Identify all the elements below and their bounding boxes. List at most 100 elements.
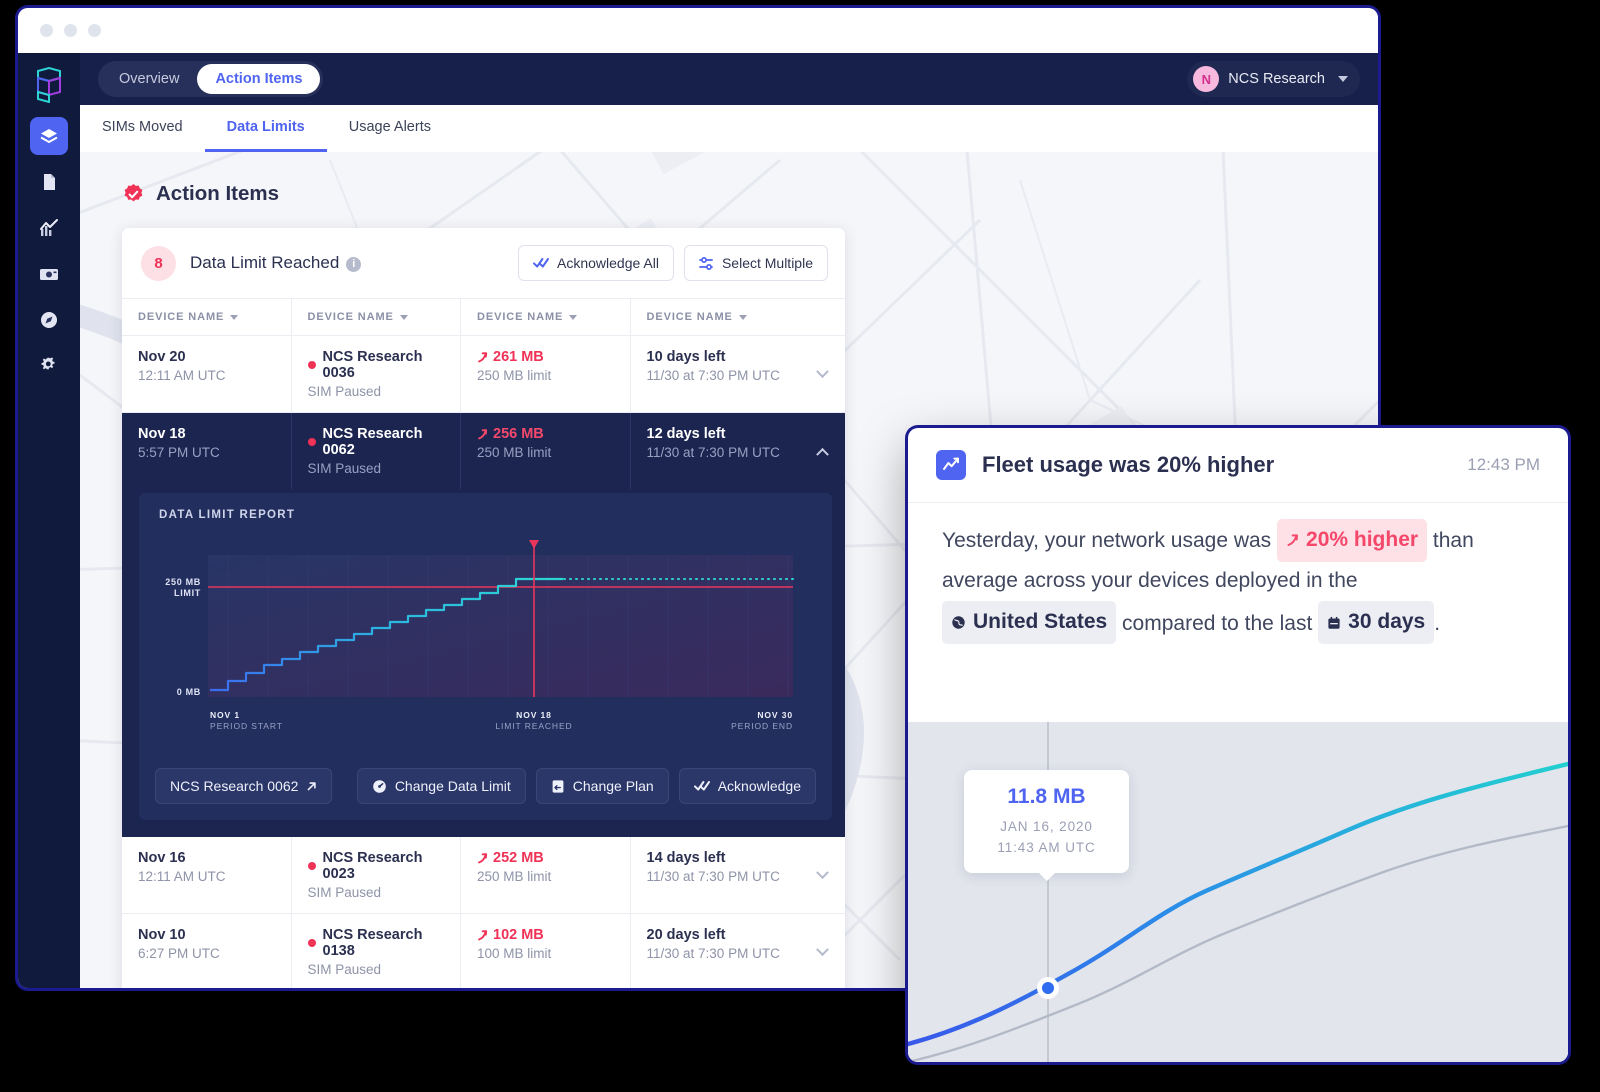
- pill-action-items[interactable]: Action Items: [197, 64, 321, 94]
- column-header-3-label: DEVICE NAME: [477, 311, 564, 323]
- tab-usage-alerts[interactable]: Usage Alerts: [327, 105, 453, 152]
- sidebar-item-compass[interactable]: [30, 301, 68, 339]
- sidebar-item-layers[interactable]: [30, 117, 68, 155]
- row-expires: 11/30 at 7:30 PM UTC: [646, 368, 780, 383]
- window-maximize-dot[interactable]: [88, 24, 101, 37]
- row-expires: 11/30 at 7:30 PM UTC: [646, 445, 780, 460]
- sidebar-item-analytics[interactable]: [30, 209, 68, 247]
- row-expires: 11/30 at 7:30 PM UTC: [646, 869, 780, 884]
- window-close-dot[interactable]: [40, 24, 53, 37]
- gear-icon: [41, 357, 55, 370]
- sidebar-item-settings[interactable]: [30, 347, 68, 385]
- plan-card-icon: [552, 779, 564, 793]
- filter-sliders-icon: [699, 256, 713, 270]
- row-time: 12:11 AM UTC: [138, 869, 226, 884]
- row-date: Nov 10: [138, 927, 186, 943]
- status-dot-icon: [307, 361, 316, 369]
- table-row[interactable]: Nov 10 6:27 PM UTC NCS Research 0138 SIM…: [122, 914, 845, 988]
- card-header-actions: Acknowledge All Select Multiple: [518, 245, 828, 281]
- tab-sims-moved[interactable]: SIMs Moved: [80, 105, 205, 152]
- sort-caret-icon: [738, 314, 747, 320]
- pill-overview[interactable]: Overview: [101, 64, 197, 94]
- account-menu[interactable]: N NCS Research: [1187, 61, 1360, 97]
- device-link-button[interactable]: NCS Research 0062: [155, 768, 333, 804]
- cell-days: 14 days left 11/30 at 7:30 PM UTC: [629, 837, 800, 913]
- acknowledge-all-button[interactable]: Acknowledge All: [518, 245, 674, 281]
- row-expand-toggle[interactable]: [799, 837, 845, 913]
- window-titlebar: [18, 8, 1378, 53]
- detail-actions: NCS Research 0062 Change Data Limit Chan…: [139, 754, 832, 820]
- svg-text:NOV 30: NOV 30: [757, 710, 793, 720]
- row-collapse-toggle[interactable]: [799, 413, 845, 489]
- row-date: Nov 18: [138, 426, 186, 442]
- row-expand-toggle[interactable]: [799, 914, 845, 988]
- row-usage-label: 252 MB: [493, 850, 544, 866]
- window-minimize-dot[interactable]: [64, 24, 77, 37]
- row-device-label: NCS Research 0036: [322, 349, 423, 381]
- cell-date: Nov 10 6:27 PM UTC: [122, 914, 291, 988]
- row-status: SIM Paused: [307, 885, 382, 900]
- svg-text:PERIOD START: PERIOD START: [210, 721, 283, 731]
- column-header-4[interactable]: DEVICE NAME: [629, 299, 800, 335]
- compass-icon: [41, 312, 57, 328]
- change-data-limit-button[interactable]: Change Data Limit: [356, 768, 526, 804]
- cell-days: 20 days left 11/30 at 7:30 PM UTC: [629, 914, 800, 988]
- status-dot-icon: [307, 862, 316, 870]
- column-header-1[interactable]: DEVICE NAME: [122, 299, 291, 335]
- info-icon[interactable]: i: [346, 256, 362, 272]
- row-date: Nov 20: [138, 349, 186, 365]
- column-header-4-label: DEVICE NAME: [646, 311, 733, 323]
- sidebar-item-billing[interactable]: [30, 255, 68, 293]
- row-usage-label: 261 MB: [493, 349, 544, 365]
- row-expand-toggle[interactable]: [799, 336, 845, 412]
- double-check-icon: [533, 258, 549, 268]
- row-expires: 11/30 at 7:30 PM UTC: [646, 946, 780, 961]
- page: Action Items 8 Data Limit Reached i Ackn…: [80, 152, 1378, 988]
- select-multiple-button[interactable]: Select Multiple: [683, 245, 828, 281]
- table-row[interactable]: Nov 20 12:11 AM UTC NCS Research 0036 SI…: [122, 336, 845, 413]
- row-limit: 100 MB limit: [477, 946, 552, 961]
- select-multiple-label: Select Multiple: [721, 255, 813, 271]
- page-title-row: Action Items: [122, 182, 1378, 206]
- chevron-down-icon: [815, 865, 829, 879]
- svg-text:NOV 1: NOV 1: [210, 710, 240, 720]
- row-device-label: NCS Research 0062: [322, 426, 423, 458]
- tab-data-limits[interactable]: Data Limits: [204, 105, 327, 152]
- sidebar-item-document[interactable]: [30, 163, 68, 201]
- row-device-label: NCS Research 0023: [322, 850, 423, 882]
- external-link-arrow-icon: [308, 781, 317, 790]
- analytics-chart-icon: [40, 219, 58, 236]
- acknowledge-button[interactable]: Acknowledge: [678, 768, 816, 804]
- header-spacer: [799, 299, 845, 335]
- marker-arrow-icon: [529, 540, 539, 549]
- column-header-3[interactable]: DEVICE NAME: [460, 299, 630, 335]
- row-limit: 250 MB limit: [477, 445, 552, 460]
- row-date: Nov 16: [138, 850, 186, 866]
- tabbar: SIMs Moved Data Limits Usage Alerts: [80, 105, 1378, 152]
- row-days: 10 days left: [646, 349, 726, 365]
- column-header-1-label: DEVICE NAME: [138, 311, 225, 323]
- sort-caret-icon: [230, 314, 239, 320]
- view-toggle: Overview Action Items: [98, 61, 324, 97]
- table-row-expanded[interactable]: Nov 18 5:57 PM UTC NCS Research 0062 SIM…: [122, 413, 845, 837]
- cell-device: NCS Research 0036 SIM Paused: [290, 336, 461, 412]
- trend-up-icon: [478, 428, 488, 439]
- svg-text:LIMIT: LIMIT: [174, 588, 201, 598]
- document-icon: [44, 174, 55, 190]
- cell-days: 10 days left 11/30 at 7:30 PM UTC: [629, 336, 800, 412]
- change-plan-button[interactable]: Change Plan: [535, 768, 669, 804]
- table-header: DEVICE NAME DEVICE NAME DEVICE NAME DEVI…: [122, 298, 845, 336]
- column-header-2[interactable]: DEVICE NAME: [290, 299, 461, 335]
- row-status: SIM Paused: [307, 461, 382, 476]
- svg-text:PERIOD END: PERIOD END: [731, 721, 793, 731]
- row-time: 6:27 PM UTC: [138, 946, 220, 961]
- svg-text:LIMIT REACHED: LIMIT REACHED: [495, 721, 572, 731]
- acknowledge-label: Acknowledge: [717, 778, 801, 794]
- notification-text-4: .: [1434, 611, 1441, 635]
- table-row[interactable]: Nov 16 12:11 AM UTC NCS Research 0023 SI…: [122, 837, 845, 914]
- row-device: NCS Research 0023: [307, 850, 445, 882]
- sidebar: [18, 53, 80, 988]
- gauge-icon: [373, 779, 386, 793]
- cell-device: NCS Research 0138 SIM Paused: [290, 914, 461, 988]
- row-device-label: NCS Research 0138: [322, 927, 423, 959]
